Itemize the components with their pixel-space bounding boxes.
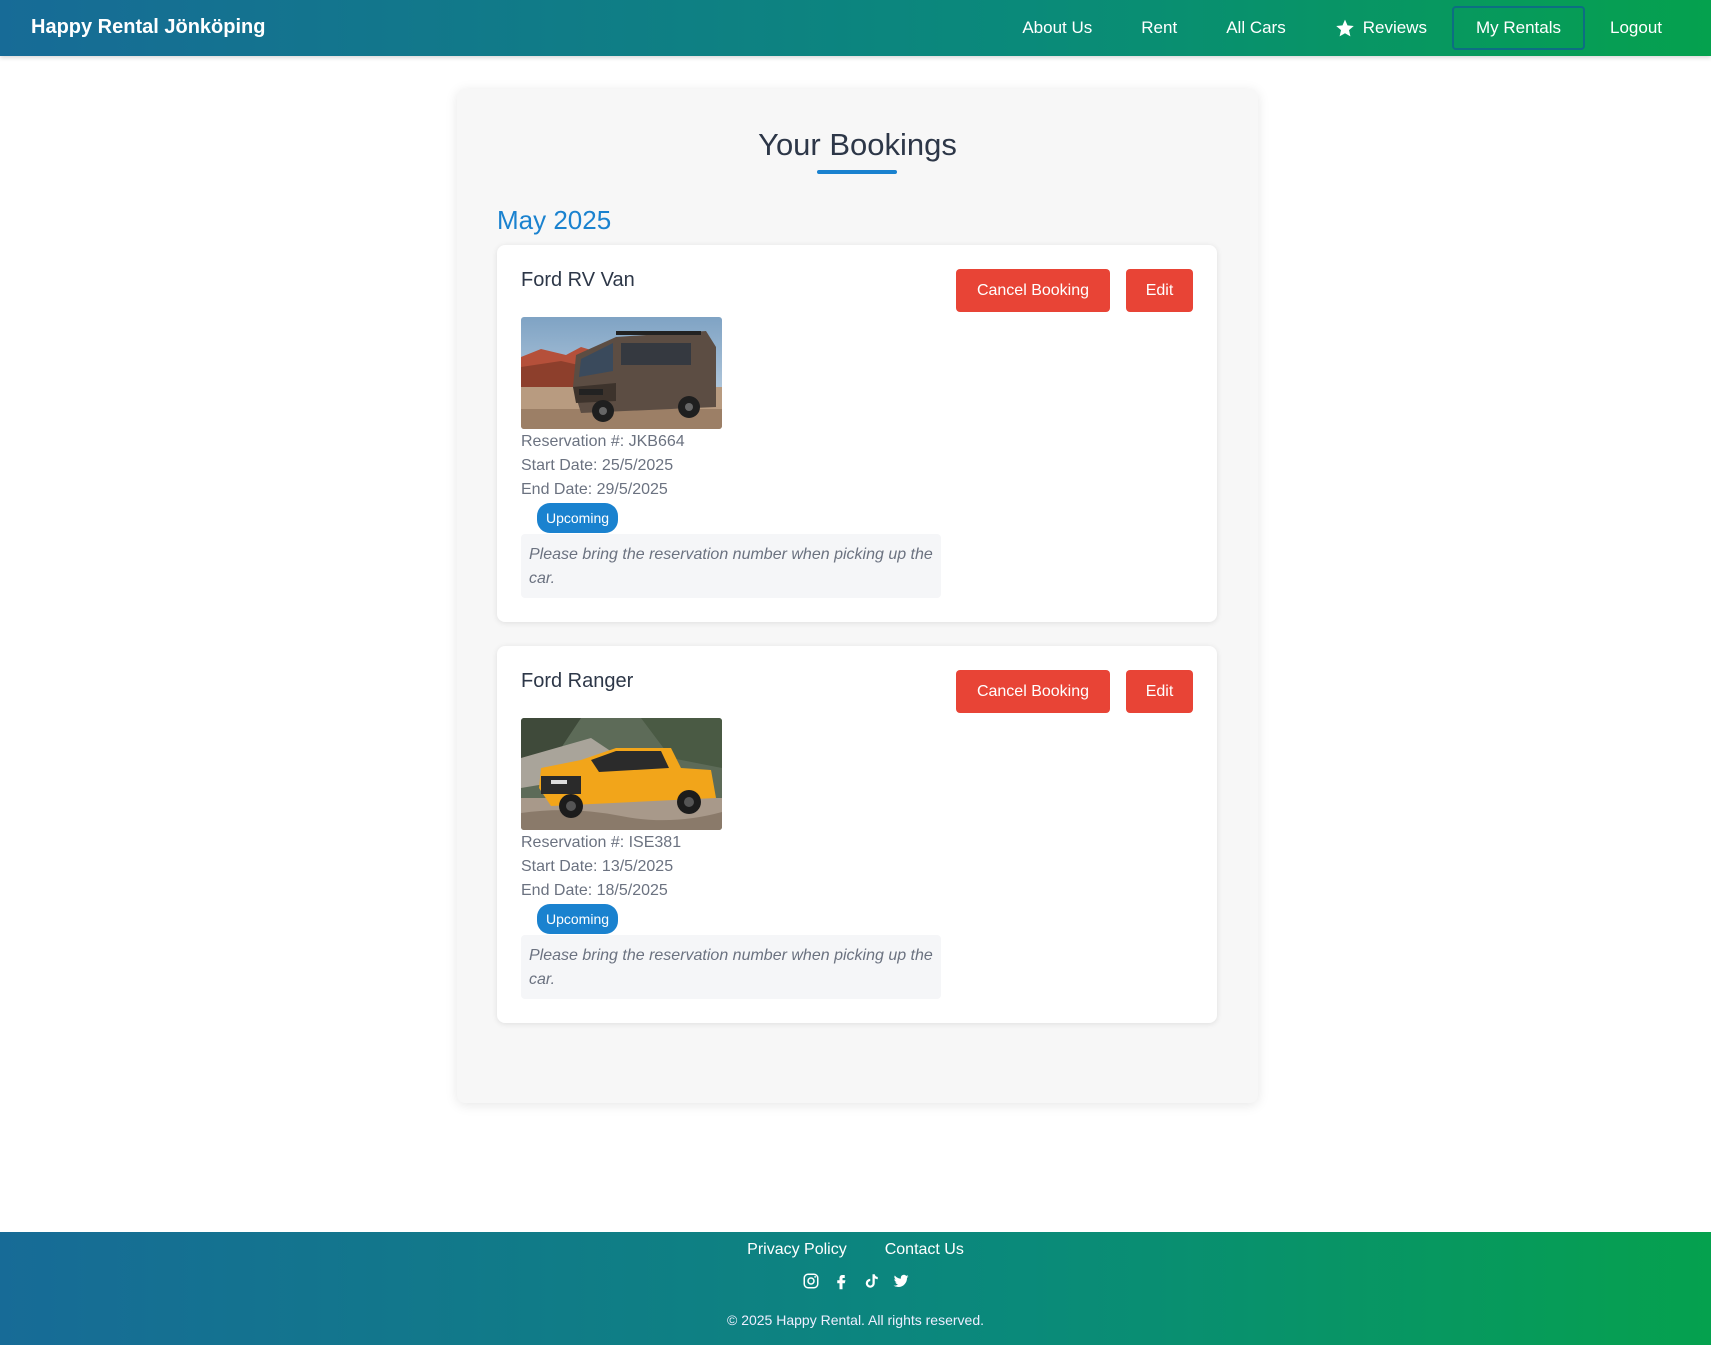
- car-image: [521, 718, 722, 830]
- booking-card: Ford Ranger Cancel Booking Edit Reservat…: [497, 646, 1217, 1023]
- pickup-note: Please bring the reservation number when…: [521, 935, 941, 999]
- month-heading: May 2025: [497, 205, 612, 235]
- cancel-booking-button[interactable]: Cancel Booking: [956, 670, 1110, 713]
- end-date: End Date: 18/5/2025: [521, 882, 668, 899]
- nav-link-logout[interactable]: Logout: [1586, 6, 1686, 50]
- ford-ranger-photo: [521, 718, 722, 830]
- car-image: [521, 317, 722, 429]
- ford-rv-van-photo: [521, 317, 722, 429]
- contact-us-link[interactable]: Contact Us: [885, 1241, 964, 1259]
- booking-card: Ford RV Van Cancel Booking Edit Reservat…: [497, 245, 1217, 622]
- bookings-panel: Your Bookings May 2025 Ford RV Van Cance…: [457, 89, 1258, 1103]
- site-footer: Privacy Policy Contact Us © 2025 Happy R…: [0, 1232, 1711, 1345]
- tiktok-icon[interactable]: [862, 1272, 880, 1290]
- nav-link-reviews-label: Reviews: [1362, 18, 1427, 37]
- car-name: Ford RV Van: [521, 269, 635, 291]
- edit-booking-button[interactable]: Edit: [1126, 670, 1193, 713]
- privacy-policy-link[interactable]: Privacy Policy: [747, 1241, 847, 1259]
- end-date: End Date: 29/5/2025: [521, 481, 668, 498]
- status-badge: Upcoming: [537, 904, 619, 934]
- start-date: Start Date: 25/5/2025: [521, 457, 674, 474]
- title-underline: [817, 170, 897, 174]
- top-navbar: Happy Rental Jönköping About Us Rent All…: [0, 0, 1711, 56]
- pickup-note: Please bring the reservation number when…: [521, 534, 941, 598]
- page-title: Your Bookings: [758, 127, 957, 162]
- nav-link-my-rentals[interactable]: My Rentals: [1451, 6, 1585, 50]
- copyright-text: © 2025 Happy Rental. All rights reserved…: [726, 1312, 984, 1328]
- star-icon: [1335, 19, 1354, 37]
- start-date: Start Date: 13/5/2025: [521, 858, 674, 875]
- reservation-number: Reservation #: ISE381: [521, 834, 682, 851]
- nav-link-reviews[interactable]: Reviews: [1311, 6, 1451, 50]
- car-name: Ford Ranger: [521, 670, 634, 692]
- reservation-number: Reservation #: JKB664: [521, 433, 685, 450]
- brand-logo[interactable]: Happy Rental Jönköping: [31, 16, 265, 39]
- nav-links: About Us Rent All Cars Reviews My Rental…: [997, 6, 1686, 50]
- nav-link-about-us[interactable]: About Us: [998, 6, 1116, 50]
- nav-link-all-cars[interactable]: All Cars: [1202, 6, 1310, 50]
- edit-booking-button[interactable]: Edit: [1126, 269, 1193, 312]
- social-links: [0, 1272, 1711, 1290]
- cancel-booking-button[interactable]: Cancel Booking: [956, 269, 1110, 312]
- twitter-icon[interactable]: [892, 1272, 910, 1290]
- footer-links: Privacy Policy Contact Us: [0, 1241, 1711, 1259]
- nav-link-rent[interactable]: Rent: [1117, 6, 1201, 50]
- instagram-icon[interactable]: [802, 1272, 820, 1290]
- status-badge: Upcoming: [537, 503, 619, 533]
- facebook-icon[interactable]: [832, 1272, 850, 1290]
